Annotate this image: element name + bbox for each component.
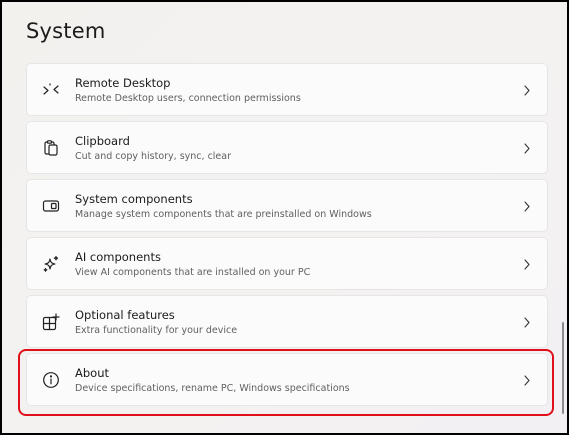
settings-item-about[interactable]: About Device specifications, rename PC, … xyxy=(26,353,548,406)
chevron-right-icon xyxy=(523,201,531,212)
chevron-right-icon xyxy=(523,317,531,328)
item-description: Manage system components that are preins… xyxy=(75,208,372,220)
scrollbar-thumb[interactable] xyxy=(562,322,564,414)
remote-desktop-icon xyxy=(42,81,60,99)
info-icon xyxy=(42,371,60,389)
settings-item-clipboard[interactable]: Clipboard Cut and copy history, sync, cl… xyxy=(26,121,548,174)
item-title: About xyxy=(75,366,110,380)
item-title: Remote Desktop xyxy=(75,76,171,90)
item-description: Cut and copy history, sync, clear xyxy=(75,150,232,162)
item-title: System components xyxy=(75,192,193,206)
chevron-right-icon xyxy=(523,85,531,96)
settings-item-optional-features[interactable]: Optional features Extra functionality fo… xyxy=(26,295,548,348)
sparkle-icon xyxy=(42,255,60,273)
item-description: View AI components that are installed on… xyxy=(75,266,311,278)
item-description: Remote Desktop users, connection permiss… xyxy=(75,92,301,104)
optional-features-icon xyxy=(42,313,60,331)
item-title: AI components xyxy=(75,250,161,264)
system-components-icon xyxy=(42,197,60,215)
settings-window: System Remote Desktop Remote Desktop use… xyxy=(2,2,567,433)
settings-item-ai-components[interactable]: AI components View AI components that ar… xyxy=(26,237,548,290)
chevron-right-icon xyxy=(523,143,531,154)
settings-item-system-components[interactable]: System components Manage system componen… xyxy=(26,179,548,232)
item-title: Optional features xyxy=(75,308,175,322)
chevron-right-icon xyxy=(523,259,531,270)
clipboard-icon xyxy=(42,139,60,157)
settings-item-remote-desktop[interactable]: Remote Desktop Remote Desktop users, con… xyxy=(26,63,548,116)
item-title: Clipboard xyxy=(75,134,130,148)
item-description: Device specifications, rename PC, Window… xyxy=(75,382,350,394)
chevron-right-icon xyxy=(523,375,531,386)
item-description: Extra functionality for your device xyxy=(75,324,238,336)
settings-list: Remote Desktop Remote Desktop users, con… xyxy=(26,63,548,411)
page-title: System xyxy=(26,19,106,43)
